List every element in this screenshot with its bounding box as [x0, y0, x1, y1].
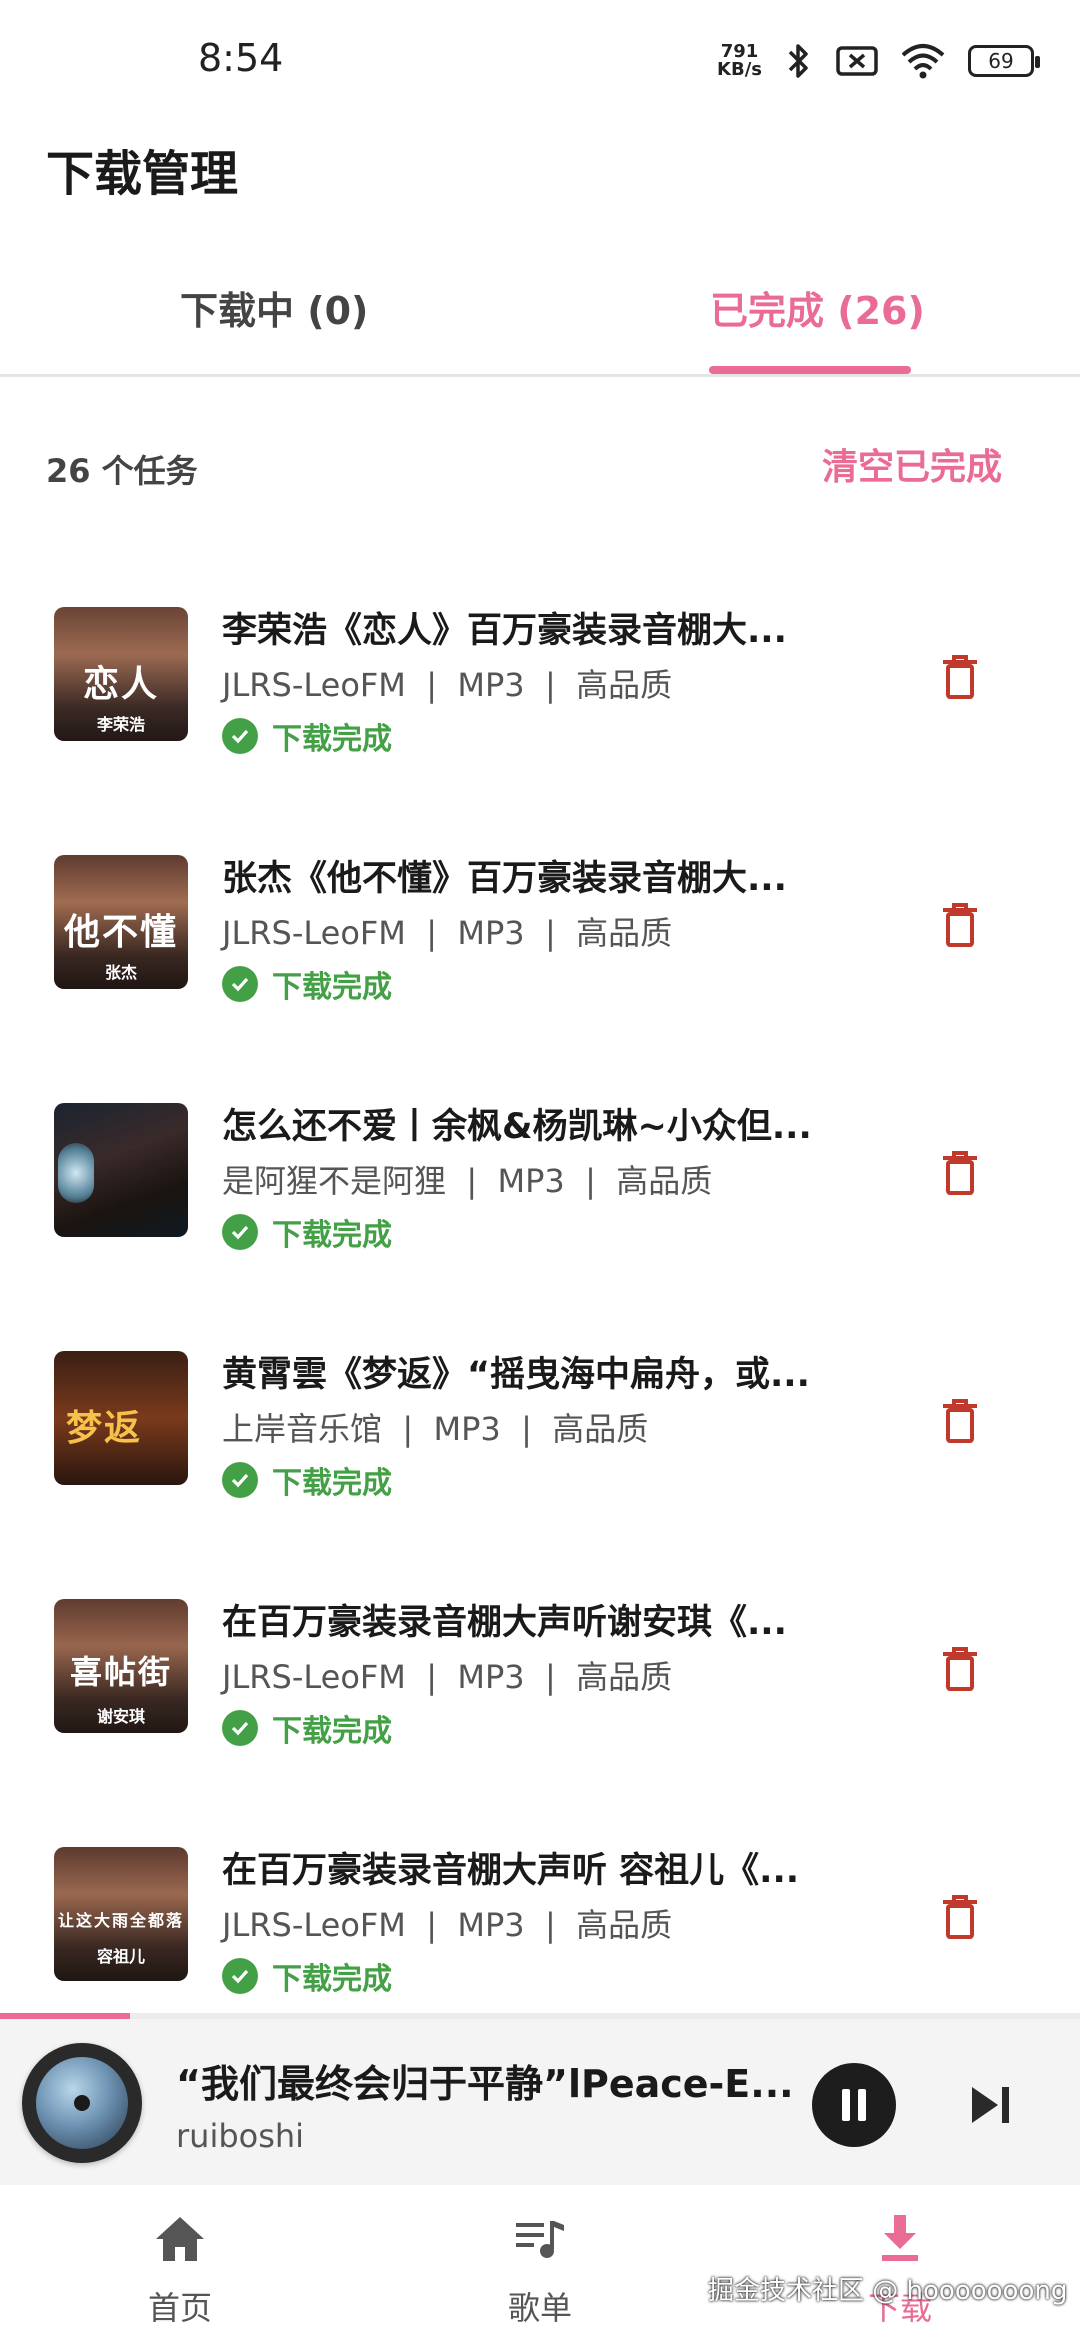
cover-image: 恋人 李荣浩	[54, 607, 188, 741]
album-disc[interactable]	[22, 2043, 142, 2163]
pause-icon	[842, 2089, 850, 2121]
playback-progress-track	[0, 2013, 1080, 2019]
item-title: 黄霄雲《梦返》“摇曳海中扁舟，或...	[222, 1355, 810, 1395]
item-meta: JLRS-LeoFM | MP3 | 高品质	[222, 914, 673, 952]
home-icon	[156, 2217, 204, 2261]
watermark: 掘金技术社区 @ hooooooong	[708, 2276, 1068, 2306]
item-status: 下载完成	[222, 1210, 392, 1254]
network-speed: 791 KB/s	[717, 41, 762, 80]
bottom-nav: 首页 歌单 下载	[0, 2185, 1080, 2340]
tab-bar: 下载中 (0) 已完成 (26)	[0, 250, 1080, 377]
item-title: 在百万豪装录音棚大声听谢安琪《...	[222, 1603, 787, 1643]
status-bar: 8:54 791 KB/s 69	[0, 0, 1080, 120]
delete-icon[interactable]	[940, 654, 980, 700]
item-meta: JLRS-LeoFM | MP3 | 高品质	[222, 1658, 673, 1696]
no-sim-icon	[836, 46, 878, 76]
list-item[interactable]: 他不懂 张杰 张杰《他不懂》百万豪装录音棚大... JLRS-LeoFM | M…	[0, 850, 1080, 1050]
item-status: 下载完成	[222, 1706, 392, 1750]
cover-image: 喜帖街 谢安琪	[54, 1599, 188, 1733]
item-title: 张杰《他不懂》百万豪装录音棚大...	[222, 859, 787, 899]
check-circle-icon	[222, 718, 258, 754]
item-status: 下载完成	[222, 962, 392, 1006]
wifi-icon	[901, 44, 945, 79]
delete-icon[interactable]	[940, 1894, 980, 1940]
check-circle-icon	[222, 1958, 258, 1994]
cover-image: 他不懂 张杰	[54, 855, 188, 989]
cover-image	[54, 1103, 188, 1237]
list-item[interactable]: 喜帖街 谢安琪 在百万豪装录音棚大声听谢安琪《... JLRS-LeoFM | …	[0, 1594, 1080, 1794]
delete-icon[interactable]	[940, 902, 980, 948]
mini-player[interactable]: “我们最终会归于平静”lPeace-E... ruiboshi	[0, 2013, 1080, 2185]
task-count: 26 个任务	[46, 452, 198, 490]
tab-active-indicator	[709, 366, 911, 374]
item-status: 下载完成	[222, 1954, 392, 1998]
check-circle-icon	[222, 966, 258, 1002]
item-meta: JLRS-LeoFM | MP3 | 高品质	[222, 666, 673, 704]
item-status: 下载完成	[222, 714, 392, 758]
delete-icon[interactable]	[940, 1398, 980, 1444]
cover-image: 梦返	[54, 1351, 188, 1485]
tab-completed[interactable]: 已完成 (26)	[710, 280, 925, 335]
bluetooth-icon	[788, 44, 808, 78]
page-title: 下载管理	[46, 146, 239, 202]
check-circle-icon	[222, 1710, 258, 1746]
list-item[interactable]: 怎么还不爱丨余枫&杨凯琳~小众但... 是阿猩不是阿狸 | MP3 | 高品质 …	[0, 1098, 1080, 1298]
pause-button[interactable]	[812, 2063, 896, 2147]
check-circle-icon	[222, 1214, 258, 1250]
clear-completed-button[interactable]: 清空已完成	[822, 438, 1002, 490]
list-item[interactable]: 恋人 李荣浩 李荣浩《恋人》百万豪装录音棚大... JLRS-LeoFM | M…	[0, 602, 1080, 802]
list-item[interactable]: 让这大雨全都落 容祖儿 在百万豪装录音棚大声听 容祖儿《... JLRS-Leo…	[0, 1842, 1080, 2012]
nav-playlist[interactable]: 歌单	[440, 2185, 640, 2340]
status-icons: 791 KB/s 69	[717, 38, 1040, 84]
item-title: 怎么还不爱丨余枫&杨凯琳~小众但...	[222, 1107, 812, 1147]
item-title: 在百万豪装录音棚大声听 容祖儿《...	[222, 1851, 800, 1891]
skip-next-icon[interactable]	[968, 2083, 1014, 2127]
check-circle-icon	[222, 1462, 258, 1498]
status-time: 8:54	[198, 36, 284, 80]
now-playing-artist: ruiboshi	[176, 2117, 305, 2155]
item-status: 下载完成	[222, 1458, 392, 1502]
nav-download[interactable]: 下载	[800, 2185, 1000, 2340]
nav-home[interactable]: 首页	[80, 2185, 280, 2340]
playback-progress	[0, 2013, 130, 2019]
item-title: 李荣浩《恋人》百万豪装录音棚大...	[222, 611, 787, 651]
battery-icon: 69	[968, 45, 1040, 77]
now-playing-title: “我们最终会归于平静”lPeace-E...	[176, 2062, 794, 2106]
delete-icon[interactable]	[940, 1646, 980, 1692]
list-item[interactable]: 梦返 黄霄雲《梦返》“摇曳海中扁舟，或... 上岸音乐馆 | MP3 | 高品质…	[0, 1346, 1080, 1546]
item-meta: 是阿猩不是阿狸 | MP3 | 高品质	[222, 1162, 713, 1200]
download-icon	[882, 2215, 918, 2261]
delete-icon[interactable]	[940, 1150, 980, 1196]
playlist-icon	[516, 2221, 564, 2258]
cover-image: 让这大雨全都落 容祖儿	[54, 1847, 188, 1981]
tab-downloading[interactable]: 下载中 (0)	[180, 280, 368, 335]
item-meta: 上岸音乐馆 | MP3 | 高品质	[222, 1410, 649, 1448]
item-meta: JLRS-LeoFM | MP3 | 高品质	[222, 1906, 673, 1944]
